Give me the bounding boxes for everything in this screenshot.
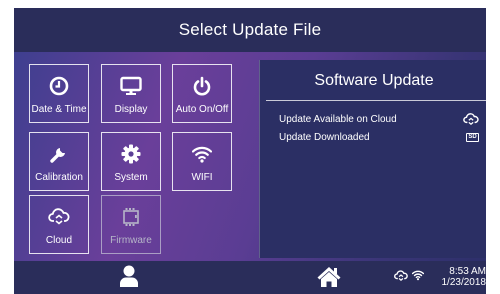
tile-label: WIFI xyxy=(191,172,213,183)
tile-firmware[interactable]: Firmware xyxy=(101,195,161,254)
tile-auto-on-off[interactable]: Auto On/Off xyxy=(172,64,232,123)
clock-icon xyxy=(47,74,71,98)
tile-label: Cloud xyxy=(45,235,73,246)
title-bar: Select Update File xyxy=(14,8,486,52)
page-title: Select Update File xyxy=(178,20,322,39)
user-icon[interactable] xyxy=(118,264,140,288)
sd-card-icon: SD xyxy=(466,133,479,142)
bottom-bar: 8:53 AM 1/23/2018 xyxy=(14,261,486,294)
row-label: Update Available on Cloud xyxy=(279,114,397,125)
cloud-sync-icon xyxy=(394,270,408,282)
tile-label: Firmware xyxy=(110,235,152,246)
row-label: Update Downloaded xyxy=(279,132,370,143)
software-update-panel: Software Update Update Available on Clou… xyxy=(259,60,486,258)
clock-readout: 8:53 AM 1/23/2018 xyxy=(442,266,487,288)
touchscreen: Select Update File Date & Time Display A… xyxy=(14,8,486,294)
tile-label: Date & Time xyxy=(31,104,87,115)
tile-system[interactable]: System xyxy=(101,132,161,191)
tile-label: Calibration xyxy=(35,172,83,183)
monitor-icon xyxy=(119,74,143,98)
tile-calibration[interactable]: Calibration xyxy=(29,132,89,191)
chip-icon xyxy=(119,205,143,229)
panel-title: Software Update xyxy=(314,72,434,89)
divider xyxy=(266,100,486,101)
update-downloaded-row[interactable]: Update Downloaded SD xyxy=(279,132,479,143)
tile-display[interactable]: Display xyxy=(101,64,161,123)
tile-cloud[interactable]: Cloud xyxy=(29,195,89,254)
update-cloud-row[interactable]: Update Available on Cloud xyxy=(279,113,479,126)
wifi-icon xyxy=(190,142,214,166)
tile-label: System xyxy=(114,172,148,183)
cloud-sync-icon xyxy=(47,205,71,229)
wrench-icon xyxy=(47,142,71,166)
clock-date: 1/23/2018 xyxy=(441,277,487,288)
tile-date-time[interactable]: Date & Time xyxy=(29,64,89,123)
cloud-sync-icon xyxy=(463,113,479,126)
tile-label: Auto On/Off xyxy=(175,104,229,115)
clock-time: 8:53 AM xyxy=(449,266,486,277)
tile-wifi[interactable]: WIFI xyxy=(172,132,232,191)
gear-icon xyxy=(119,142,143,166)
home-icon[interactable] xyxy=(316,265,342,289)
tile-label: Display xyxy=(114,104,148,115)
power-icon xyxy=(190,74,214,98)
wifi-icon xyxy=(412,269,424,281)
